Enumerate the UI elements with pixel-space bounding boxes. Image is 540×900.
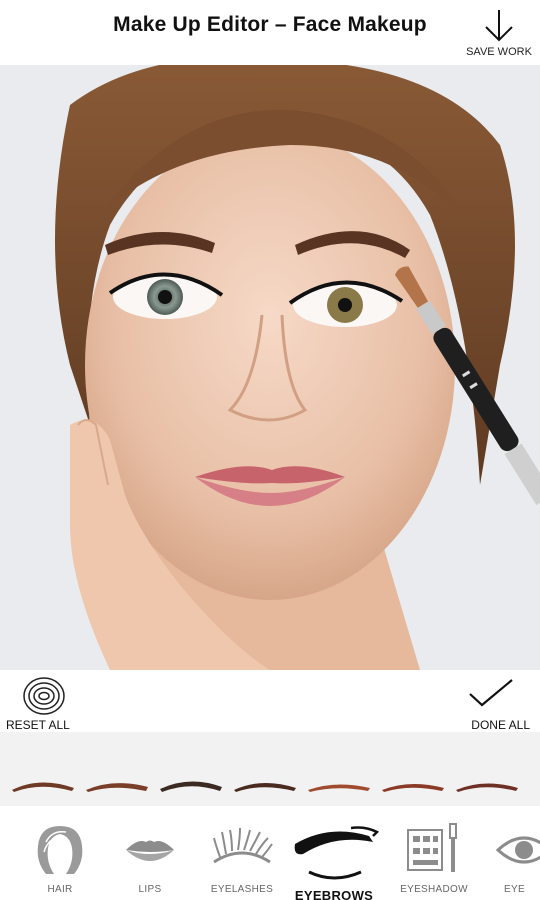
eyebrow-style-3[interactable] [158,778,224,792]
eyebrow-style-4[interactable] [232,778,298,792]
eyeshadow-icon [407,823,457,872]
tab-eyebrows-label: EYEBROWS [294,888,374,900]
done-all-button[interactable]: DONE ALL [454,678,534,732]
eyebrow-style-6[interactable] [380,778,446,792]
tab-hair-label: HAIR [47,884,73,895]
tab-eyelashes[interactable]: EYELASHES [202,816,282,896]
tab-eye[interactable]: EYE [484,816,540,896]
top-bar: Make Up Editor – Face Makeup SAVE WORK [0,0,540,65]
checkmark-icon [469,679,513,707]
eye-icon [496,836,540,864]
save-work-label: SAVE WORK [466,46,532,58]
eyebrow-style-5[interactable] [306,778,372,792]
app-title: Make Up Editor – Face Makeup [113,13,427,36]
eyebrow-style-1[interactable] [10,778,76,792]
done-all-label: DONE ALL [471,718,530,732]
hair-icon [37,826,83,874]
tab-eyeshadow-label: EYESHADOW [400,884,468,895]
eyebrows-icon [294,826,379,880]
tab-eyelashes-label: EYELASHES [210,884,274,895]
download-arrow-icon [485,10,513,42]
eyelashes-icon [213,827,273,864]
tab-eyebrows[interactable]: EYEBROWS [284,816,384,900]
eyebrow-style-strip [0,732,540,806]
tab-lips-label: LIPS [138,884,162,895]
tab-eyeshadow[interactable]: EYESHADOW [394,816,474,896]
eyebrow-style-8[interactable] [526,778,540,792]
eyebrow-style-7[interactable] [454,778,520,792]
face-photo[interactable] [0,65,540,670]
reset-all-button[interactable]: RESET ALL [6,676,86,732]
lips-icon [126,840,174,861]
tab-eye-label: EYE [504,884,525,895]
save-work-button[interactable]: SAVE WORK [460,8,538,60]
eyebrow-style-2[interactable] [84,778,150,792]
controls-bar: RESET ALL DONE ALL [0,670,540,732]
tab-lips[interactable]: LIPS [110,816,190,896]
tab-hair[interactable]: HAIR [20,816,100,896]
target-rings-icon [23,677,65,715]
reset-all-label: RESET ALL [6,718,70,732]
category-tab-bar: HAIR LIPS EYELASHES EYEBROWS EYESHADOW E… [0,806,540,900]
